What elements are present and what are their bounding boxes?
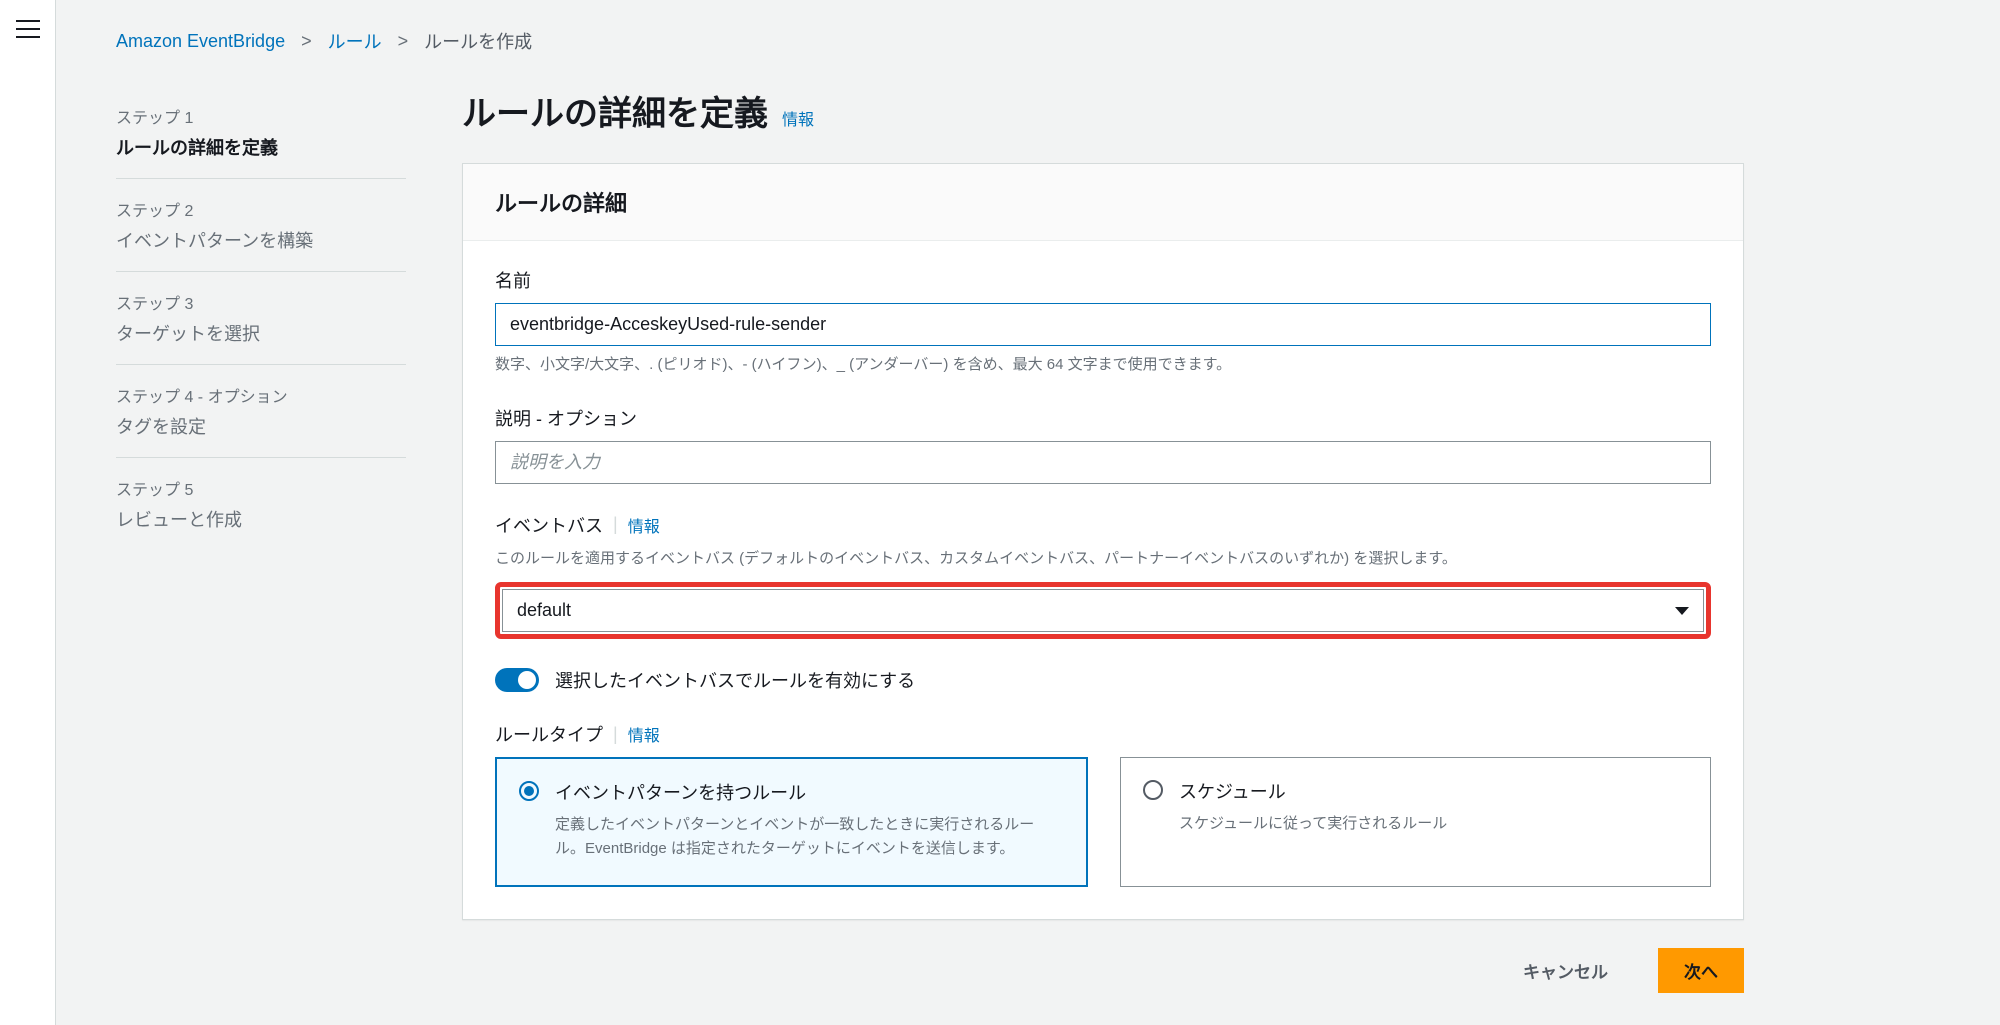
- breadcrumb-rules[interactable]: ルール: [328, 28, 382, 54]
- name-help: 数字、小文字/大文字、. (ピリオド)、- (ハイフン)、_ (アンダーバー) …: [495, 354, 1711, 377]
- tile-title: イベントパターンを持つルール: [555, 779, 1064, 805]
- tile-title: スケジュール: [1179, 778, 1688, 804]
- rule-type-label: ルールタイプ: [495, 721, 603, 747]
- breadcrumb-current: ルールを作成: [424, 28, 532, 54]
- rule-type-field: ルールタイプ | 情報 イベントパターンを持つルール 定義したイベントパターンと…: [495, 721, 1711, 887]
- name-input[interactable]: [495, 303, 1711, 346]
- chevron-right-icon: >: [301, 31, 312, 52]
- cancel-button[interactable]: キャンセル: [1497, 948, 1634, 993]
- step-1[interactable]: ステップ 1 ルールの詳細を定義: [116, 86, 406, 179]
- event-bus-help: このルールを適用するイベントバス (デフォルトのイベントバス、カスタムイベントバ…: [495, 548, 1711, 571]
- event-bus-field: イベントバス | 情報 このルールを適用するイベントバス (デフォルトのイベント…: [495, 512, 1711, 640]
- step-3[interactable]: ステップ 3 ターゲットを選択: [116, 272, 406, 365]
- breadcrumb: Amazon EventBridge > ルール > ルールを作成: [116, 28, 1744, 54]
- radio-icon: [1143, 780, 1163, 800]
- tile-desc: 定義したイベントパターンとイベントが一致したときに実行されるルール。EventB…: [555, 813, 1064, 861]
- step-label: ステップ 4 - オプション: [116, 383, 406, 407]
- caret-down-icon: [1675, 607, 1689, 615]
- rule-detail-panel: ルールの詳細 名前 数字、小文字/大文字、. (ピリオド)、- (ハイフン)、_…: [462, 163, 1744, 920]
- step-4[interactable]: ステップ 4 - オプション タグを設定: [116, 365, 406, 458]
- page-title-text: ルールの詳細を定義: [462, 86, 768, 135]
- info-link[interactable]: 情報: [628, 722, 660, 746]
- name-field: 名前 数字、小文字/大文字、. (ピリオド)、- (ハイフン)、_ (アンダーバ…: [495, 267, 1711, 377]
- breadcrumb-root[interactable]: Amazon EventBridge: [116, 31, 285, 52]
- description-label: 説明 - オプション: [495, 405, 1711, 431]
- step-title: タグを設定: [116, 413, 406, 439]
- step-label: ステップ 2: [116, 197, 406, 221]
- step-label: ステップ 1: [116, 104, 406, 128]
- info-link[interactable]: 情報: [782, 106, 814, 130]
- step-title: ターゲットを選択: [116, 320, 406, 346]
- enable-toggle[interactable]: [495, 668, 539, 692]
- step-label: ステップ 3: [116, 290, 406, 314]
- info-link[interactable]: 情報: [628, 513, 660, 537]
- description-input[interactable]: [495, 441, 1711, 484]
- name-label: 名前: [495, 267, 1711, 293]
- step-title: イベントパターンを構築: [116, 227, 406, 253]
- enable-toggle-label: 選択したイベントバスでルールを有効にする: [555, 667, 915, 693]
- step-title: レビューと作成: [116, 506, 406, 532]
- wizard-steps: ステップ 1 ルールの詳細を定義 ステップ 2 イベントパターンを構築 ステップ…: [116, 86, 406, 550]
- tile-desc: スケジュールに従って実行されるルール: [1179, 812, 1688, 836]
- step-label: ステップ 5: [116, 476, 406, 500]
- description-field: 説明 - オプション: [495, 405, 1711, 484]
- wizard-footer: キャンセル 次へ: [462, 920, 1744, 993]
- event-bus-highlight: default: [495, 582, 1711, 639]
- enable-toggle-row: 選択したイベントバスでルールを有効にする: [495, 667, 1711, 693]
- radio-icon: [519, 781, 539, 801]
- step-5[interactable]: ステップ 5 レビューと作成: [116, 458, 406, 550]
- panel-header: ルールの詳細: [463, 164, 1743, 241]
- step-title: ルールの詳細を定義: [116, 134, 406, 160]
- label-divider: |: [613, 514, 618, 535]
- event-bus-value: default: [517, 600, 571, 621]
- event-bus-select[interactable]: default: [502, 589, 1704, 632]
- event-bus-label: イベントバス: [495, 512, 603, 538]
- page-title: ルールの詳細を定義 情報: [462, 86, 1744, 135]
- rule-type-schedule-tile[interactable]: スケジュール スケジュールに従って実行されるルール: [1120, 757, 1711, 887]
- rule-type-pattern-tile[interactable]: イベントパターンを持つルール 定義したイベントパターンとイベントが一致したときに…: [495, 757, 1088, 887]
- chevron-right-icon: >: [398, 31, 409, 52]
- menu-icon[interactable]: [16, 20, 40, 38]
- next-button[interactable]: 次へ: [1658, 948, 1744, 993]
- label-divider: |: [613, 724, 618, 745]
- step-2[interactable]: ステップ 2 イベントパターンを構築: [116, 179, 406, 272]
